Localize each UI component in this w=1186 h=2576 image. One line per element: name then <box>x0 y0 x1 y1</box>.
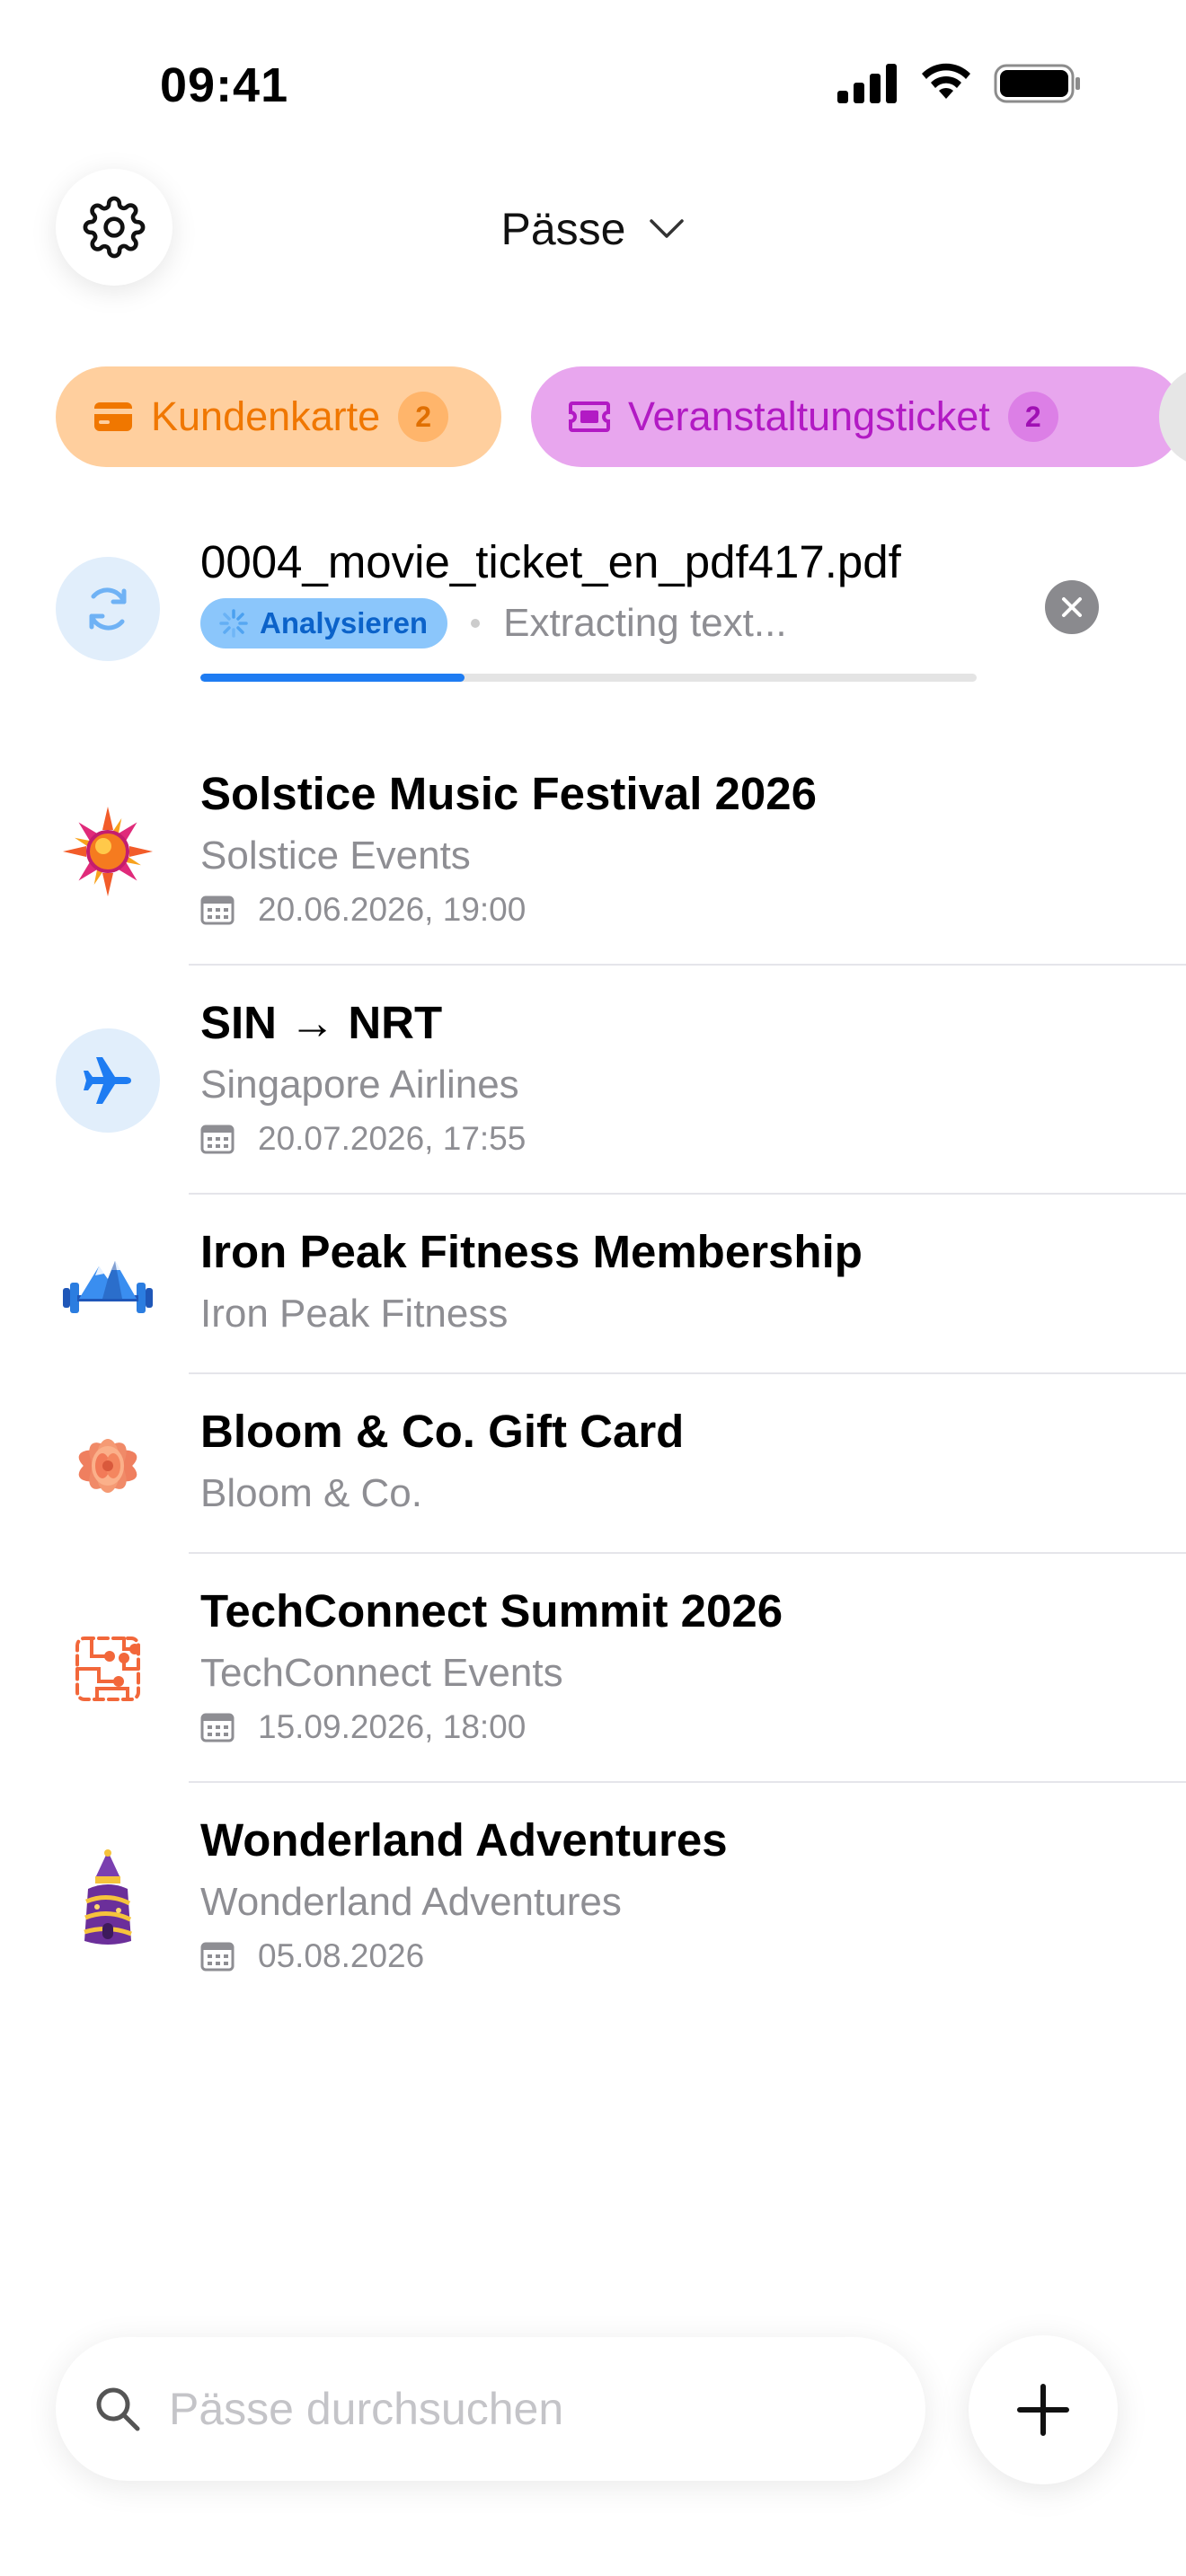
pass-title: Bloom & Co. Gift Card <box>200 1406 685 1457</box>
search-bar[interactable]: Pässe durchsuchen <box>56 2337 925 2481</box>
pass-type-selector[interactable]: Pässe <box>0 198 1186 260</box>
credit-card-icon <box>94 402 132 431</box>
pass-item-techconnect[interactable]: TechConnect Summit 2026 TechConnect Even… <box>0 1554 1186 1783</box>
status-bar: 09:41 <box>0 0 1186 171</box>
circuit-logo-icon <box>56 1617 160 1721</box>
search-input[interactable]: Pässe durchsuchen <box>169 2383 563 2435</box>
plus-icon <box>1017 2384 1069 2436</box>
pass-date: 05.08.2026 <box>200 1937 424 1975</box>
import-status: Analysieren Extracting text... <box>200 598 787 648</box>
pass-issuer: Bloom & Co. <box>200 1471 422 1515</box>
filter-chip-count: 2 <box>1007 392 1058 442</box>
pass-list: Solstice Music Festival 2026 Solstice Ev… <box>0 737 1186 2012</box>
sync-icon <box>89 587 127 631</box>
pass-title: Iron Peak Fitness Membership <box>200 1226 863 1277</box>
pass-date: 20.06.2026, 19:00 <box>200 891 526 929</box>
pass-title: TechConnect Summit 2026 <box>200 1585 783 1636</box>
airplane-icon-badge <box>56 1028 160 1133</box>
filter-chip-event-ticket[interactable]: Veranstaltungsticket 2 <box>531 366 1183 467</box>
pass-date: 20.07.2026, 17:55 <box>200 1120 526 1158</box>
calendar-icon <box>200 1713 235 1742</box>
filter-chip-count: 2 <box>398 392 449 442</box>
calendar-icon <box>200 1125 235 1154</box>
import-progress-row: 0004_movie_ticket_en_pdf417.pdf Analysie… <box>0 530 1186 692</box>
pass-item-bloom[interactable]: Bloom & Co. Gift Card Bloom & Co. <box>0 1374 1186 1554</box>
pass-item-iron-peak[interactable]: Iron Peak Fitness Membership Iron Peak F… <box>0 1195 1186 1374</box>
search-icon <box>96 2387 140 2431</box>
chevron-down-icon <box>650 219 685 238</box>
wifi-icon <box>922 63 970 99</box>
add-pass-button[interactable] <box>969 2335 1118 2484</box>
ticket-icon <box>569 401 610 432</box>
filter-chip-label: Kundenkarte <box>151 393 381 439</box>
calendar-icon <box>200 895 235 925</box>
pass-issuer: Solstice Events <box>200 834 471 878</box>
cancel-import-button[interactable] <box>1045 580 1099 634</box>
calendar-icon <box>200 1942 235 1972</box>
cellular-signal-icon <box>837 64 897 103</box>
pass-item-wonderland[interactable]: Wonderland Adventures Wonderland Adventu… <box>0 1783 1186 2012</box>
spinner-icon <box>219 609 248 638</box>
import-detail: Extracting text... <box>503 601 787 645</box>
pass-date-text: 15.09.2026, 18:00 <box>258 1708 527 1745</box>
pass-title: Wonderland Adventures <box>200 1814 728 1866</box>
pass-date-text: 05.08.2026 <box>258 1937 425 1974</box>
pass-issuer: Singapore Airlines <box>200 1063 519 1107</box>
separator-dot <box>471 619 481 628</box>
pass-issuer: Iron Peak Fitness <box>200 1292 509 1336</box>
pass-item-flight[interactable]: SIN → NRT Singapore Airlines 20.07.2026,… <box>0 966 1186 1195</box>
page-title: Pässe <box>500 204 626 254</box>
pass-item-solstice[interactable]: Solstice Music Festival 2026 Solstice Ev… <box>0 737 1186 966</box>
filter-chip-customer-card[interactable]: Kundenkarte 2 <box>56 366 501 467</box>
status-time: 09:41 <box>160 58 289 112</box>
filter-chips: Kundenkarte 2 Veranstaltungsticket 2 <box>56 366 1186 467</box>
status-badge-label: Analysieren <box>260 606 429 640</box>
status-badge: Analysieren <box>200 598 448 648</box>
battery-icon <box>994 64 1080 103</box>
pass-date: 15.09.2026, 18:00 <box>200 1708 526 1746</box>
progress-bar-fill <box>200 674 465 682</box>
progress-bar <box>200 674 977 682</box>
mountain-dumbbell-logo-icon <box>56 1232 160 1337</box>
pass-date-text: 20.07.2026, 17:55 <box>258 1120 527 1157</box>
castle-logo-icon <box>56 1846 160 1950</box>
close-icon <box>1062 597 1082 617</box>
filter-chip-label: Veranstaltungsticket <box>628 393 990 439</box>
airplane-icon <box>84 1057 131 1104</box>
pass-date-text: 20.06.2026, 19:00 <box>258 891 527 928</box>
sync-icon-badge <box>56 557 160 661</box>
status-icons <box>836 63 1082 104</box>
pass-title: SIN → NRT <box>200 997 443 1048</box>
sun-logo-icon <box>56 799 160 904</box>
flower-logo-icon <box>56 1412 160 1516</box>
pass-title: Solstice Music Festival 2026 <box>200 768 818 819</box>
pass-issuer: TechConnect Events <box>200 1651 563 1695</box>
import-filename: 0004_movie_ticket_en_pdf417.pdf <box>200 536 901 587</box>
pass-issuer: Wonderland Adventures <box>200 1880 622 1924</box>
